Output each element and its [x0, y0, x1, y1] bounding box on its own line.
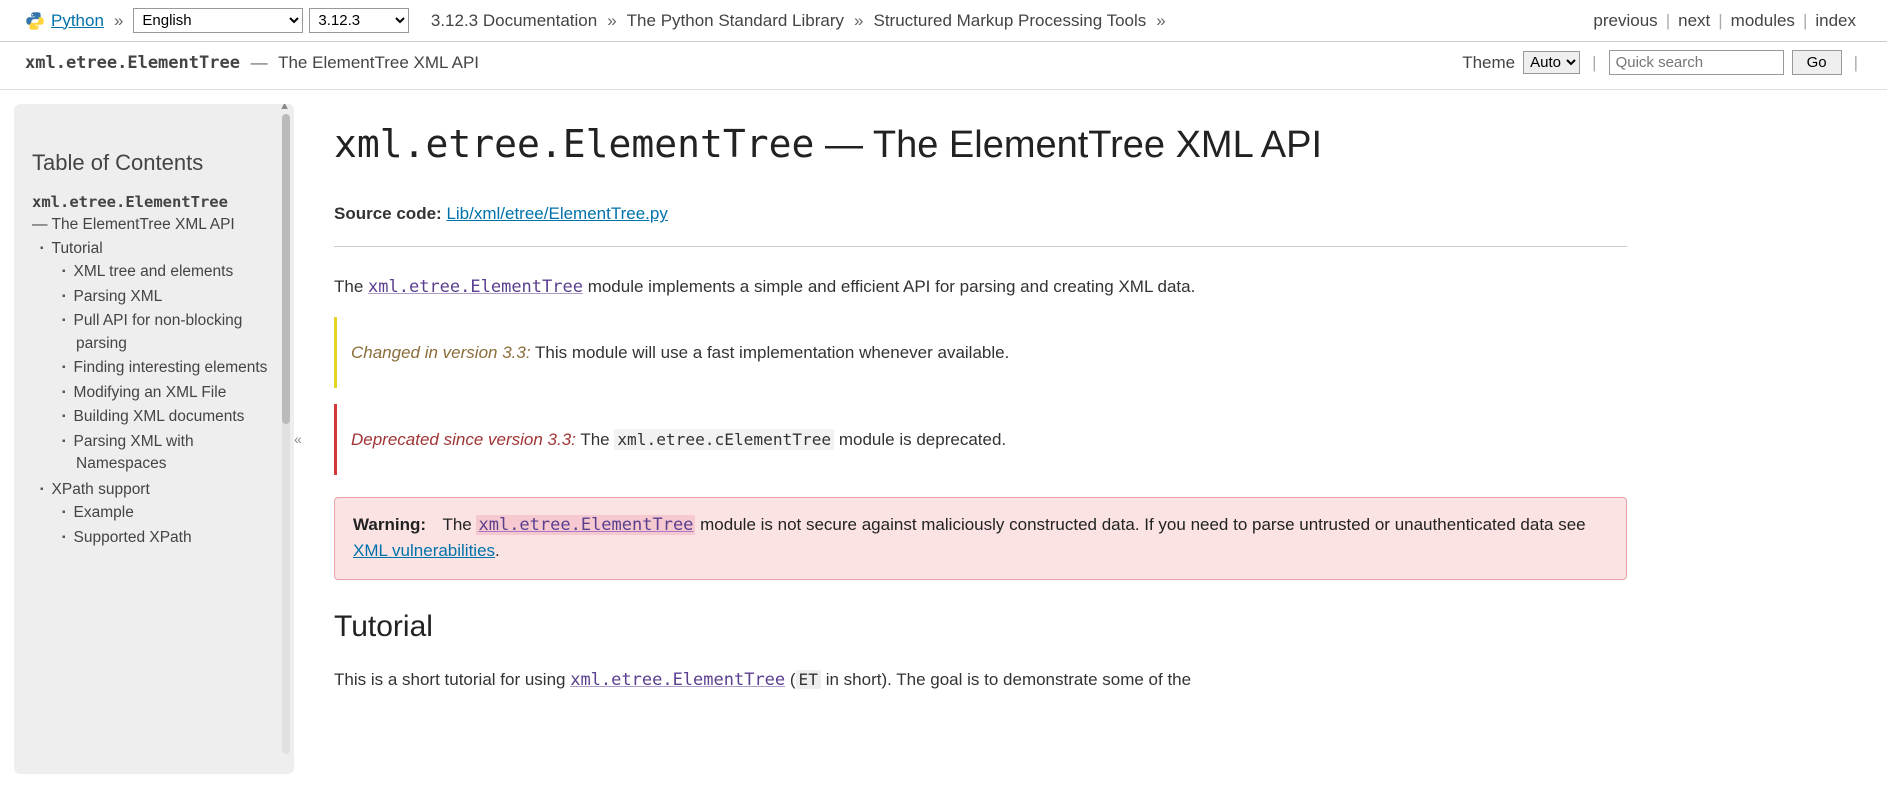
breadcrumb-stdlib[interactable]: The Python Standard Library	[627, 11, 844, 31]
toc-item[interactable]: Modifying an XML File	[74, 384, 227, 401]
deprecated-notice: Deprecated since version 3.3: The xml.et…	[334, 404, 1627, 475]
main-content: xml.etree.ElementTree — The ElementTree …	[294, 90, 1887, 788]
nav-previous[interactable]: previous	[1593, 11, 1657, 31]
toc-item[interactable]: XML tree and elements	[74, 263, 234, 280]
separator: »	[1156, 11, 1165, 31]
toc-item[interactable]: Parsing XML with Namespaces	[74, 433, 194, 472]
python-home-link[interactable]: Python	[51, 11, 104, 31]
module-link[interactable]: xml.etree.ElementTree	[368, 277, 583, 297]
python-logo-icon	[25, 11, 45, 31]
warning-box: Warning: The xml.etree.ElementTree modul…	[334, 497, 1627, 580]
module-link[interactable]: xml.etree.ElementTree	[570, 670, 785, 690]
search-go-button[interactable]: Go	[1792, 50, 1842, 75]
breadcrumb-area: Python » English 3.12.3 3.12.3 Documenta…	[25, 8, 1170, 33]
source-code-link[interactable]: Lib/xml/etree/ElementTree.py	[446, 204, 667, 223]
top-nav-links: previous | next | modules | index	[1587, 11, 1862, 31]
divider	[334, 246, 1627, 247]
nav-next[interactable]: next	[1678, 11, 1710, 31]
toc-title: Table of Contents	[32, 122, 286, 176]
page-title: xml.etree.ElementTree — The ElementTree …	[334, 120, 1627, 170]
module-link[interactable]: xml.etree.ElementTree	[476, 515, 695, 535]
toc-item[interactable]: Finding interesting elements	[74, 359, 268, 376]
tutorial-heading: Tutorial	[334, 610, 1627, 644]
toc-root-link[interactable]: xml.etree.ElementTree	[32, 194, 228, 211]
toc-item[interactable]: Pull API for non-blocking parsing	[74, 312, 243, 351]
sidebar: ▲ Table of Contents xml.etree.ElementTre…	[14, 104, 294, 774]
page-title-short: xml.etree.ElementTree — The ElementTree …	[25, 53, 479, 73]
changed-notice: Changed in version 3.3: This module will…	[334, 317, 1627, 388]
toc-item[interactable]: Parsing XML	[74, 288, 163, 305]
toc-tutorial[interactable]: Tutorial	[52, 240, 103, 257]
toc-item[interactable]: Building XML documents	[74, 408, 245, 425]
breadcrumb-docs[interactable]: 3.12.3 Documentation	[431, 11, 597, 31]
theme-label: Theme	[1462, 53, 1515, 73]
version-select[interactable]: 3.12.3	[309, 8, 409, 33]
search-input[interactable]	[1609, 50, 1784, 75]
nav-index[interactable]: index	[1815, 11, 1856, 31]
xml-vulnerabilities-link[interactable]: XML vulnerabilities	[353, 541, 495, 560]
sidebar-collapse-handle[interactable]: «	[294, 431, 302, 447]
nav-modules[interactable]: modules	[1731, 11, 1795, 31]
source-code-line: Source code: Lib/xml/etree/ElementTree.p…	[334, 200, 1627, 227]
toc-item[interactable]: Supported XPath	[74, 529, 192, 546]
tutorial-intro: This is a short tutorial for using xml.e…	[334, 666, 1627, 694]
separator: »	[114, 11, 123, 31]
toc-root-desc[interactable]: — The ElementTree XML API	[32, 216, 235, 233]
top-nav-bar: Python » English 3.12.3 3.12.3 Documenta…	[0, 0, 1887, 42]
theme-search-area: Theme Auto | Go |	[1462, 50, 1862, 75]
intro-paragraph: The xml.etree.ElementTree module impleme…	[334, 273, 1627, 301]
toc-item[interactable]: Example	[74, 504, 134, 521]
scroll-up-icon[interactable]: ▲	[279, 104, 290, 112]
toc-xpath[interactable]: XPath support	[52, 481, 150, 498]
module-name: xml.etree.ElementTree	[25, 53, 240, 73]
language-select[interactable]: English	[133, 8, 303, 33]
theme-select[interactable]: Auto	[1523, 51, 1580, 74]
separator: »	[607, 11, 616, 31]
module-subtitle: The ElementTree XML API	[278, 53, 479, 72]
sub-nav-bar: xml.etree.ElementTree — The ElementTree …	[0, 42, 1887, 90]
separator: »	[854, 11, 863, 31]
breadcrumb-markup[interactable]: Structured Markup Processing Tools	[874, 11, 1147, 31]
table-of-contents: xml.etree.ElementTree — The ElementTree …	[32, 190, 286, 552]
sidebar-scrollbar[interactable]	[282, 114, 290, 754]
